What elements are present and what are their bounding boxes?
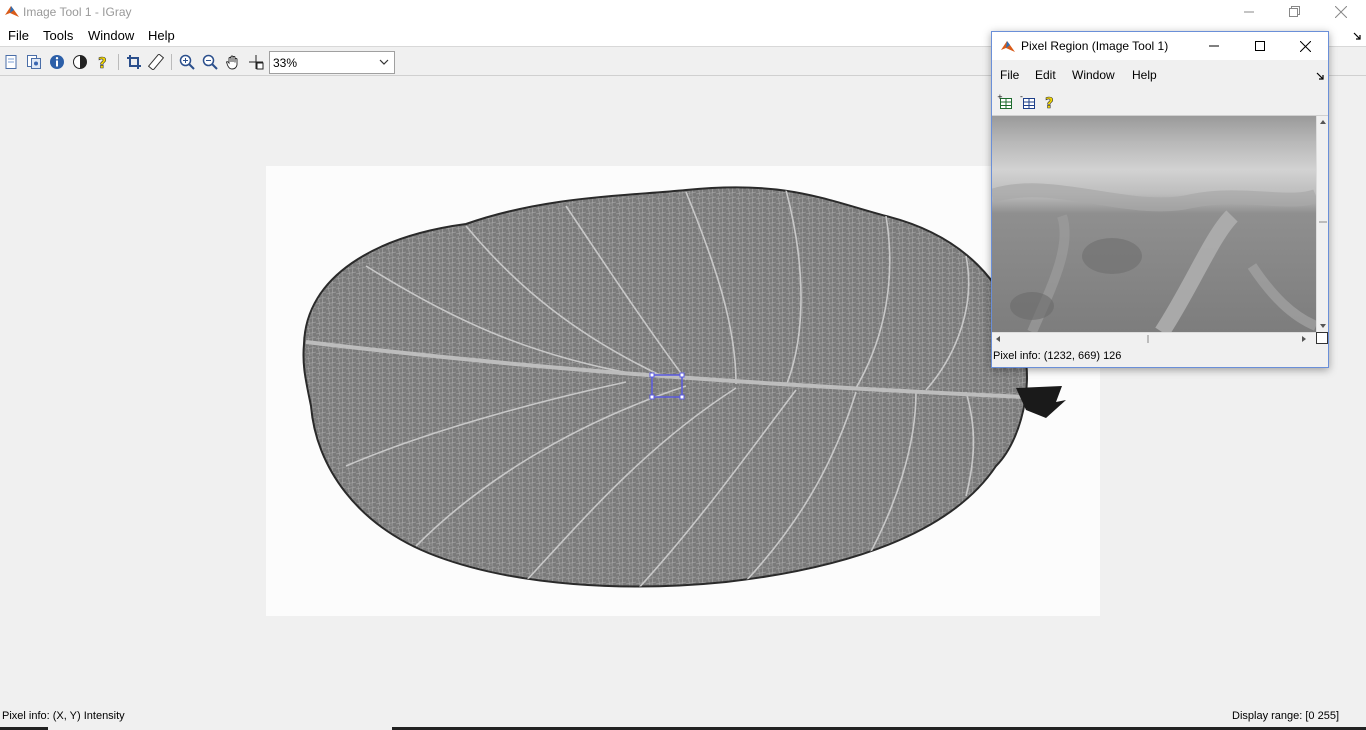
zoom-in-icon: [179, 54, 195, 70]
pixel-region-pixel-info: Pixel info: (1232, 669) 126: [993, 350, 1122, 362]
pixel-region-view[interactable]: [992, 116, 1316, 332]
pixel-region-window: Pixel Region (Image Tool 1) File Edit Wi…: [991, 31, 1329, 368]
new-button[interactable]: [1, 52, 21, 72]
toolbar-separator: [118, 54, 119, 70]
image-display[interactable]: [266, 166, 1100, 616]
zoom-in-button[interactable]: [177, 52, 197, 72]
info-button[interactable]: [47, 52, 67, 72]
restore-icon: [1289, 6, 1300, 17]
contrast-button[interactable]: [70, 52, 90, 72]
copy-button[interactable]: [24, 52, 44, 72]
help-icon: ?: [1045, 94, 1054, 110]
menu-tools[interactable]: Tools: [43, 28, 73, 43]
zoom-value: 33%: [273, 56, 298, 70]
chevron-down-icon: [379, 59, 389, 65]
pr-menu-edit[interactable]: Edit: [1035, 68, 1056, 82]
toolbar-separator: [171, 54, 172, 70]
pixel-region-icon: [249, 55, 264, 70]
crop-button[interactable]: [124, 52, 144, 72]
pixel-info-status: Pixel info: (X, Y) Intensity: [2, 710, 125, 722]
pr-close-button[interactable]: [1282, 32, 1328, 60]
minimize-icon: [1244, 11, 1254, 13]
ruler-icon: [148, 54, 164, 70]
info-icon: [50, 55, 64, 69]
close-icon: [1335, 6, 1347, 18]
svg-text:?: ?: [1045, 94, 1054, 110]
pixel-region-titlebar[interactable]: Pixel Region (Image Tool 1): [992, 32, 1328, 60]
maximize-icon: [1255, 41, 1265, 51]
dock-arrow-icon[interactable]: [1353, 32, 1361, 40]
window-title: Image Tool 1 - IGray: [23, 5, 132, 19]
pr-zoom-in-button[interactable]: +: [995, 92, 1015, 112]
zoom-dropdown[interactable]: 33%: [269, 51, 395, 74]
pan-hand-icon: [225, 55, 238, 70]
pr-minimize-button[interactable]: [1191, 32, 1237, 60]
zoom-out-icon: [202, 54, 218, 70]
pr-maximize-button[interactable]: [1237, 32, 1283, 60]
measure-distance-button[interactable]: [146, 52, 166, 72]
pixel-region-title: Pixel Region (Image Tool 1): [1021, 39, 1169, 53]
pr-help-button[interactable]: ?: [1040, 92, 1060, 112]
matlab-icon: [1001, 41, 1015, 52]
pixel-region-button[interactable]: [246, 52, 266, 72]
svg-text:+: +: [997, 94, 1003, 101]
matlab-icon: [5, 6, 19, 17]
magnified-pixels: [992, 116, 1316, 332]
dock-arrow-icon[interactable]: [1316, 72, 1324, 80]
pr-menu-help[interactable]: Help: [1132, 68, 1157, 82]
help-button[interactable]: ?: [93, 52, 113, 72]
minimize-icon: [1209, 45, 1219, 47]
contrast-icon: [73, 55, 87, 69]
menu-help[interactable]: Help: [148, 28, 175, 43]
scrollbar-graphics: [1319, 120, 1327, 328]
scrollbar-graphics: [996, 335, 1306, 343]
copy-icon: [27, 55, 41, 69]
pan-button[interactable]: [223, 52, 243, 72]
pixel-region-vertical-scrollbar[interactable]: [1316, 116, 1328, 332]
pr-zoom-out-button[interactable]: -: [1018, 92, 1038, 112]
main-titlebar: Image Tool 1 - IGray: [0, 0, 1366, 24]
crop-icon: [127, 55, 141, 69]
leaf-image: [302, 186, 1066, 588]
pixel-region-menubar: File Edit Window Help: [992, 60, 1328, 90]
zoom-out-button[interactable]: [200, 52, 220, 72]
menu-window[interactable]: Window: [88, 28, 134, 43]
close-icon: [1299, 40, 1311, 52]
minimize-button[interactable]: [1226, 0, 1272, 24]
table-minus-icon: -: [1020, 94, 1035, 109]
display-range-status: Display range: [0 255]: [1232, 710, 1340, 722]
pr-menu-file[interactable]: File: [1000, 68, 1019, 82]
pixel-region-toolbar: + - ?: [992, 90, 1328, 116]
svg-text:-: -: [1020, 94, 1023, 101]
table-plus-icon: +: [997, 94, 1012, 109]
scroll-corner: [1316, 332, 1328, 344]
menu-file[interactable]: File: [8, 28, 29, 43]
svg-text:?: ?: [98, 54, 107, 70]
restore-button[interactable]: [1272, 0, 1318, 24]
close-button[interactable]: [1318, 0, 1364, 24]
help-icon: ?: [98, 54, 107, 70]
pixel-region-horizontal-scrollbar[interactable]: [992, 332, 1316, 344]
pr-menu-window[interactable]: Window: [1072, 68, 1115, 82]
new-icon: [5, 55, 17, 69]
